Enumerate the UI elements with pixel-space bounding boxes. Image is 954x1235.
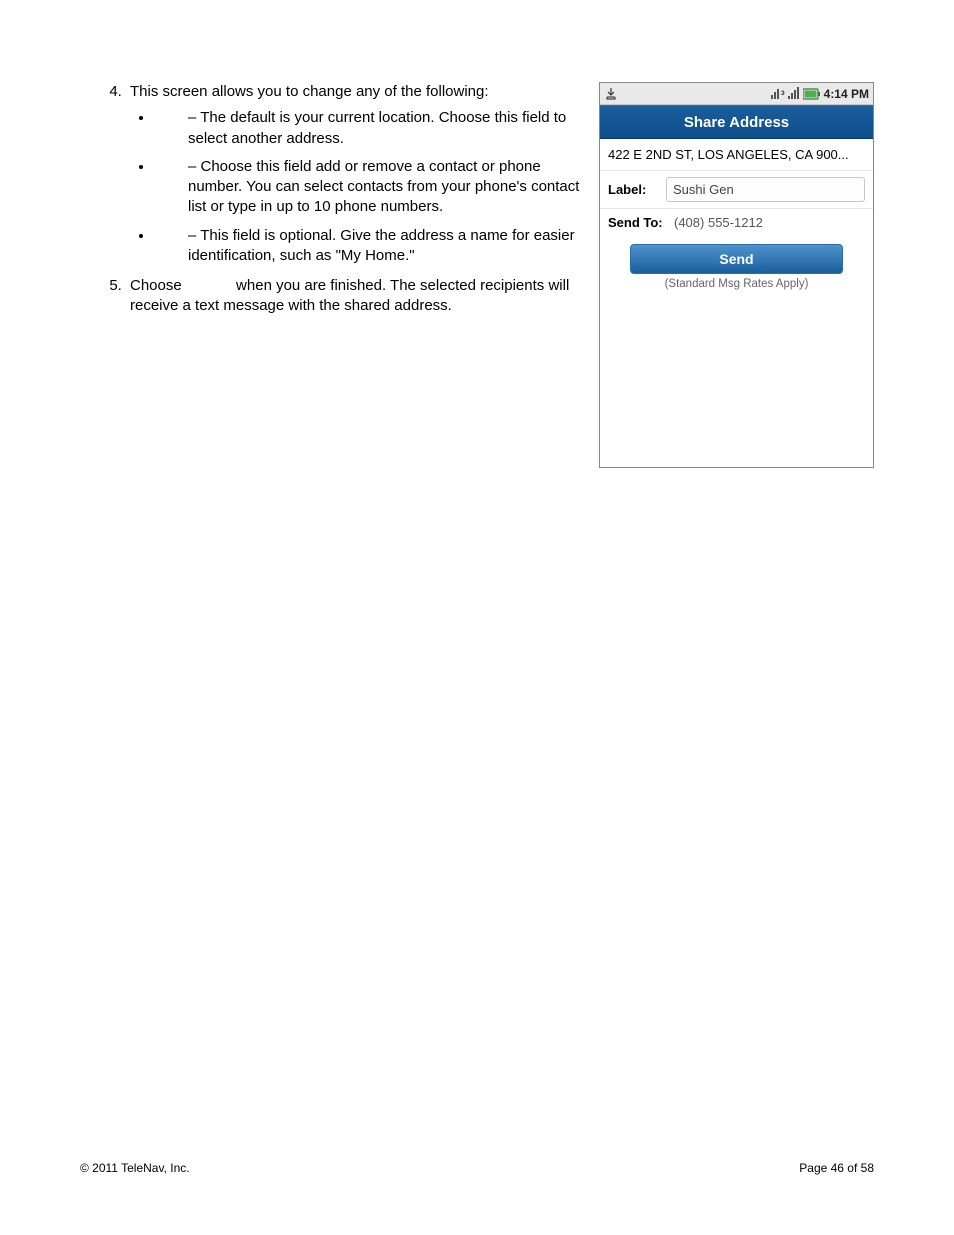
- address-text: 422 E 2ND ST, LOS ANGELES, CA 900...: [608, 147, 849, 162]
- step-4: This screen allows you to change any of …: [126, 82, 581, 266]
- step-5-a: Choose: [130, 277, 182, 294]
- status-bar: 3G 4:14 PM: [600, 83, 873, 105]
- bullet-1: – The default is your current location. …: [154, 108, 581, 149]
- address-row[interactable]: 422 E 2ND ST, LOS ANGELES, CA 900...: [600, 139, 873, 171]
- title-bar: Share Address: [600, 105, 873, 139]
- bullet-list: – The default is your current location. …: [130, 108, 581, 266]
- label-caption: Label:: [608, 182, 666, 197]
- send-button[interactable]: Send: [630, 244, 843, 274]
- network-3g-icon: 3G: [771, 87, 785, 100]
- bullet-3-text: – This field is optional. Give the addre…: [188, 227, 575, 264]
- phone-body: 422 E 2ND ST, LOS ANGELES, CA 900... Lab…: [600, 139, 873, 467]
- sendto-caption: Send To:: [608, 215, 674, 230]
- status-left: [604, 87, 618, 101]
- copyright: © 2011 TeleNav, Inc.: [80, 1161, 190, 1175]
- phone-screenshot: 3G 4:14 PM: [599, 82, 874, 468]
- page-footer: © 2011 TeleNav, Inc. Page 46 of 58: [80, 1161, 874, 1175]
- content-area: This screen allows you to change any of …: [90, 82, 874, 468]
- page-number: Page 46 of 58: [799, 1161, 874, 1175]
- phone-frame: 3G 4:14 PM: [599, 82, 874, 468]
- sendto-row[interactable]: Send To: (408) 555-1212: [600, 209, 873, 236]
- sendto-value: (408) 555-1212: [674, 215, 763, 230]
- rates-text: (Standard Msg Rates Apply): [630, 278, 843, 290]
- step-5: Choose when you are finished. The select…: [126, 276, 581, 317]
- step-5-b: when you are finished. The selected reci…: [130, 277, 569, 314]
- download-icon: [604, 87, 618, 101]
- bullet-2-text: – Choose this field add or remove a cont…: [188, 158, 579, 216]
- label-row: Label:: [600, 171, 873, 209]
- step-4-intro: This screen allows you to change any of …: [130, 83, 489, 100]
- document-page: This screen allows you to change any of …: [0, 0, 954, 1235]
- bullet-2: – Choose this field add or remove a cont…: [154, 157, 581, 218]
- svg-text:3G: 3G: [781, 91, 785, 97]
- signal-bars-icon: [788, 87, 800, 100]
- title-text: Share Address: [684, 114, 789, 131]
- numbered-list: This screen allows you to change any of …: [90, 82, 581, 317]
- bullet-1-text: – The default is your current location. …: [188, 109, 566, 146]
- battery-icon: [803, 88, 821, 100]
- send-area: Send (Standard Msg Rates Apply): [600, 236, 873, 294]
- bullet-3: – This field is optional. Give the addre…: [154, 226, 581, 267]
- status-right: 3G 4:14 PM: [771, 87, 869, 101]
- label-input[interactable]: [666, 177, 865, 202]
- status-time: 4:14 PM: [824, 87, 869, 101]
- instruction-text: This screen allows you to change any of …: [90, 82, 599, 327]
